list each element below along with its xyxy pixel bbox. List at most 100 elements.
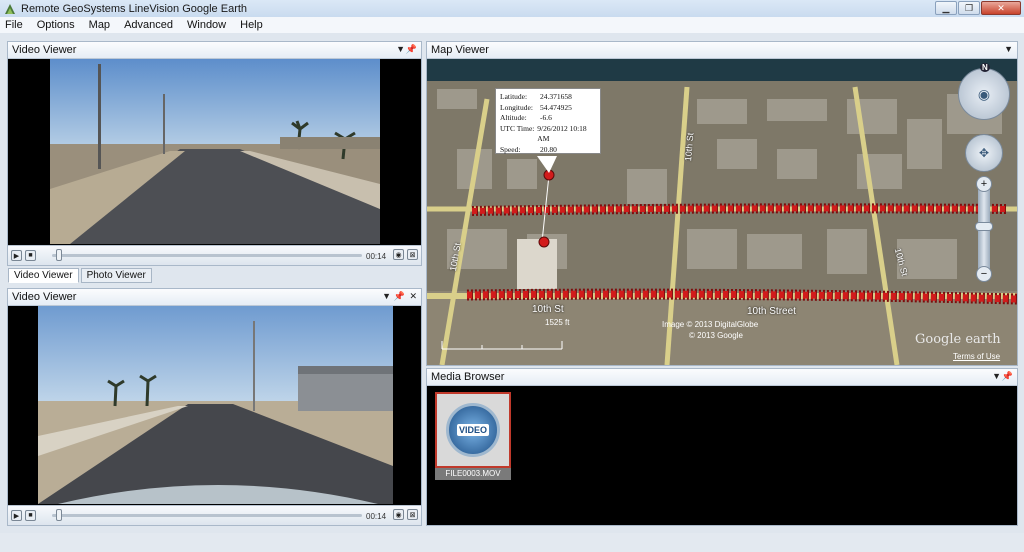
minimize-icon: ▁ [942, 2, 950, 13]
volume-button[interactable]: ◉ [393, 509, 404, 520]
panel-title: Video Viewer [12, 291, 77, 303]
viewer-tabs: Video Viewer Photo Viewer [8, 268, 152, 283]
playback-controls: ▶ ■ 00:14 ◉ ⊠ [8, 505, 421, 525]
play-button[interactable]: ▶ [11, 250, 22, 261]
window-title: Remote GeoSystems LineVision Google Eart… [21, 2, 248, 15]
popup-value: 54.474925 [540, 102, 572, 112]
panel-header: Video Viewer ▼ 📌 ✕ [8, 289, 421, 306]
menu-advanced[interactable]: Advanced [124, 19, 173, 31]
volume-icon: ◉ [395, 511, 402, 519]
status-bar [0, 533, 1024, 552]
panel-header: Media Browser ▼ 📌 [427, 369, 1017, 386]
dropdown-icon[interactable]: ▼ [992, 371, 1001, 381]
stop-icon: ■ [28, 252, 33, 259]
dropdown-icon[interactable]: ▼ [382, 291, 391, 301]
title-bar: Remote GeoSystems LineVision Google Eart… [0, 0, 1024, 17]
zoom-thumb[interactable] [975, 222, 993, 231]
play-icon: ▶ [13, 252, 20, 260]
video-frame[interactable] [38, 306, 393, 504]
minus-icon: − [980, 268, 988, 280]
google-earth-logo: Google earth [915, 332, 1001, 347]
volume-button[interactable]: ◉ [393, 249, 404, 260]
media-item[interactable]: VIDEO [435, 392, 511, 468]
popup-row: Longitude: 54.474925 [500, 103, 596, 114]
seek-thumb[interactable] [56, 509, 62, 521]
time-display: 00:14 [366, 252, 387, 261]
seek-track[interactable] [52, 254, 362, 257]
popup-key: Speed: [500, 144, 521, 154]
location-popup: Latitude: 24.371658 Longitude: 54.474925 A… [495, 88, 601, 154]
menu-map[interactable]: Map [89, 19, 110, 31]
video-badge: VIDEO [456, 424, 489, 436]
terms-link[interactable]: Terms of Use [953, 352, 1000, 361]
fullscreen-icon: ⊠ [409, 511, 416, 519]
pin-icon[interactable]: 📌 [1002, 371, 1013, 382]
play-icon: ▶ [13, 512, 20, 520]
time-display: 00:14 [366, 512, 387, 521]
menu-bar: File Options Map Advanced Window Help [0, 17, 1024, 33]
playback-controls: ▶ ■ 00:14 ◉ ⊠ [8, 245, 421, 265]
road-video-image [50, 59, 380, 244]
compass-control[interactable]: ◉ [958, 68, 1010, 120]
panel-title: Video Viewer [12, 44, 77, 56]
close-icon[interactable]: ✕ [409, 291, 417, 302]
video-viewer-top: Video Viewer ▼ 📌 ▶ ■ 00:14 ◉ ⊠ [7, 41, 422, 266]
video-viewer-bottom: Video Viewer ▼ 📌 ✕ ▶ ■ 00:14 ◉ ⊠ [7, 288, 422, 526]
popup-row: Latitude: 24.371658 [500, 92, 596, 103]
popup-row: Altitude: -6.6 [500, 113, 596, 124]
dropdown-icon[interactable]: ▼ [1004, 44, 1013, 54]
panel-header: Map Viewer ▼ [427, 42, 1017, 59]
copyright-text: © 2013 Google [689, 331, 743, 340]
maximize-button[interactable]: ❐ [958, 1, 980, 15]
fullscreen-button[interactable]: ⊠ [407, 249, 418, 260]
popup-value: 24.371658 [540, 92, 572, 101]
seek-track[interactable] [52, 514, 362, 517]
media-browser: Media Browser ▼ 📌 VIDEO FILE0003.MOV [426, 368, 1018, 526]
popup-value: 20.80 [540, 144, 557, 154]
eye-icon: ◉ [977, 85, 991, 102]
stop-button[interactable]: ■ [25, 510, 36, 521]
play-button[interactable]: ▶ [11, 510, 22, 521]
tab-photo-viewer[interactable]: Photo Viewer [80, 268, 152, 283]
zoom-out-button[interactable]: − [976, 266, 992, 282]
stop-button[interactable]: ■ [25, 250, 36, 261]
street-label: 10th St [532, 304, 564, 315]
popup-key: Longitude: [500, 102, 533, 112]
zoom-in-button[interactable]: + [976, 176, 992, 192]
media-filename: FILE0003.MOV [435, 468, 511, 480]
popup-row: UTC Time: 9/26/2012 10:18 AM [500, 124, 596, 145]
street-label: 10th Street [747, 306, 796, 317]
popup-value: 9/26/2012 10:18 AM [537, 123, 587, 144]
panel-title: Map Viewer [431, 44, 489, 56]
app-icon [5, 3, 15, 14]
close-button[interactable]: ✕ [981, 1, 1021, 15]
popup-row: Speed: 20.80 [500, 145, 596, 156]
pan-control[interactable]: ✥ [965, 134, 1003, 172]
popup-value: -6.6 [540, 113, 552, 122]
popup-key: Latitude: [500, 92, 528, 101]
fullscreen-button[interactable]: ⊠ [407, 509, 418, 520]
road-video-image [38, 306, 393, 504]
dropdown-icon[interactable]: ▼ [396, 44, 405, 54]
pin-icon[interactable]: 📌 [406, 44, 417, 55]
popup-key: UTC Time: [500, 123, 535, 133]
menu-window[interactable]: Window [187, 19, 226, 31]
close-icon: ✕ [997, 2, 1005, 13]
pin-icon[interactable]: 📌 [394, 291, 405, 302]
menu-help[interactable]: Help [240, 19, 263, 31]
minimize-button[interactable]: ▁ [935, 1, 957, 15]
copyright-text: Image © 2013 DigitalGlobe [662, 320, 759, 329]
menu-options[interactable]: Options [37, 19, 75, 31]
tab-video-viewer[interactable]: Video Viewer [8, 268, 79, 283]
panel-title: Media Browser [431, 371, 505, 383]
plus-icon: + [980, 178, 988, 190]
restore-icon: ❐ [964, 2, 974, 13]
fullscreen-icon: ⊠ [409, 251, 416, 259]
video-frame[interactable] [50, 59, 380, 244]
panel-header: Video Viewer ▼ 📌 [8, 42, 421, 59]
compass-north-label: N [980, 63, 990, 72]
seek-thumb[interactable] [56, 249, 62, 261]
menu-file[interactable]: File [5, 19, 23, 31]
video-thumbnail-icon: VIDEO [446, 403, 500, 457]
hand-icon: ✥ [978, 146, 990, 160]
